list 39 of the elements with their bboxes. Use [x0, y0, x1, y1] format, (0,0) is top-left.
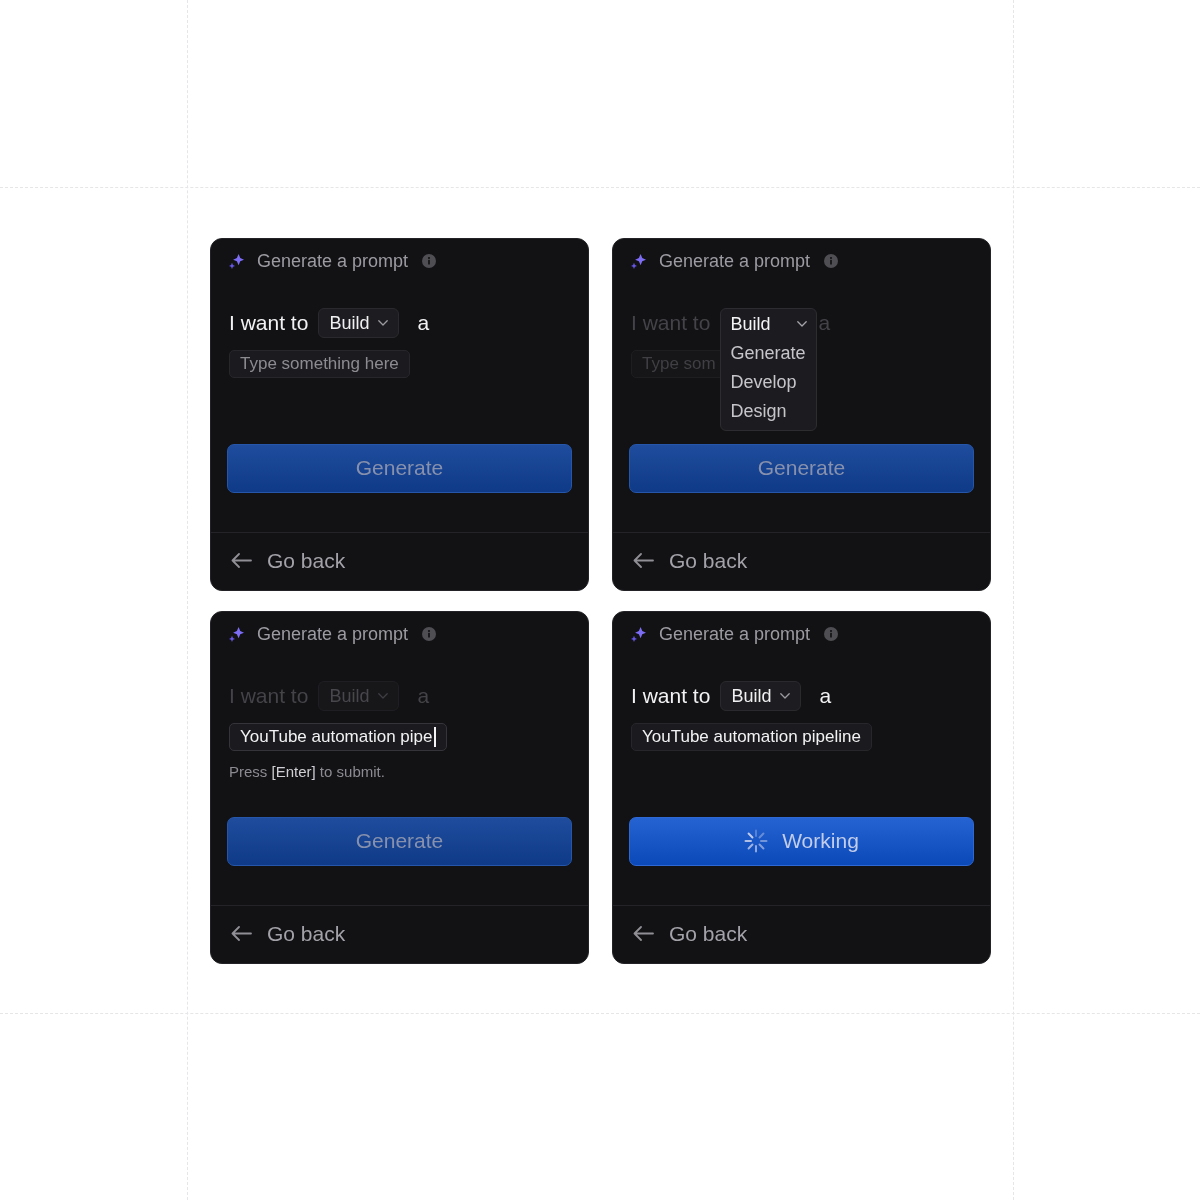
- back-button[interactable]: Go back: [231, 917, 346, 950]
- hint-text: Press [Enter] to submit.: [229, 761, 385, 782]
- panel-title: Generate a prompt: [659, 622, 811, 646]
- submit-button[interactable]: Working: [629, 816, 974, 866]
- chevron-down-icon: [797, 320, 808, 327]
- back-button[interactable]: Go back: [231, 544, 346, 577]
- sparkle-icon: [631, 626, 646, 642]
- arrow-left-icon: [633, 926, 654, 941]
- arrow-left-icon: [633, 553, 654, 568]
- panel-title: Generate a prompt: [659, 249, 811, 273]
- panel-title: Generate a prompt: [257, 249, 409, 273]
- dropdown-button[interactable]: Build: [721, 308, 817, 339]
- panel-title: Generate a prompt: [257, 622, 409, 646]
- sentence-text: I want to: [631, 682, 711, 709]
- chevron-down-icon: [780, 692, 791, 699]
- text-field[interactable]: Type something here: [229, 349, 410, 378]
- sparkle-icon: [229, 253, 244, 269]
- sentence-text: I want to: [229, 309, 309, 336]
- sparkle-icon: [229, 626, 244, 642]
- back-button[interactable]: Go back: [633, 544, 748, 577]
- arrow-left-icon: [231, 553, 252, 568]
- info-icon: [824, 627, 839, 641]
- text-field[interactable]: YouTube automation pipe: [229, 722, 447, 751]
- info-icon: [422, 254, 437, 268]
- sparkle-icon: [631, 253, 646, 269]
- spinner-icon: [744, 829, 769, 853]
- dropdown-button[interactable]: Build: [720, 680, 802, 711]
- back-button[interactable]: Go back: [633, 917, 748, 950]
- chevron-down-icon: [378, 319, 389, 326]
- info-icon: [422, 627, 437, 641]
- dropdown-button[interactable]: Build: [318, 307, 400, 338]
- sentence-text: a: [417, 309, 430, 336]
- sentence-text: a: [819, 682, 832, 709]
- text-field[interactable]: YouTube automation pipeline: [631, 722, 872, 751]
- text-cursor-icon: [433, 726, 436, 747]
- menu-item[interactable]: Design: [721, 396, 817, 426]
- info-icon: [824, 254, 839, 268]
- chevron-down-icon: [378, 692, 389, 699]
- arrow-left-icon: [231, 926, 252, 941]
